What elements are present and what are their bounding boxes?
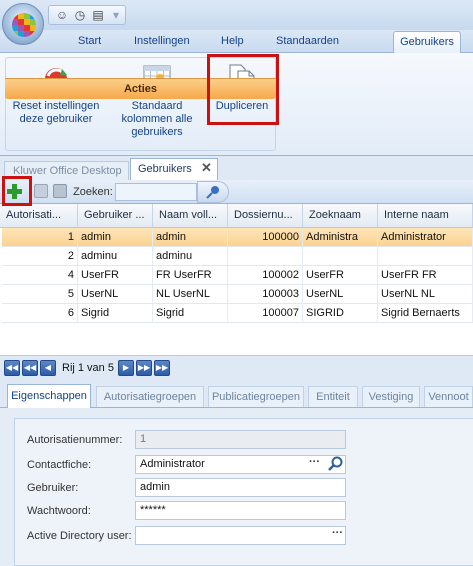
column-header-interne-naam[interactable]: Interne naam	[378, 204, 473, 228]
table-row[interactable]: 6 Sigrid Sigrid 100007 SIGRID Sigrid Ber…	[2, 304, 473, 323]
table-row[interactable]: 1 admin admin 100000 Administra Administ…	[2, 228, 473, 247]
column-header-zoeknaam[interactable]: Zoeknaam	[303, 204, 378, 228]
cell-zoeknaam	[303, 247, 378, 266]
cell-naam: adminu	[153, 247, 228, 266]
column-header-naam[interactable]: Naam voll...	[153, 204, 228, 228]
first-page-icon[interactable]: ◀◀	[4, 360, 20, 376]
cell-dossier: 100000	[228, 228, 303, 247]
server-icon[interactable]: ▤	[91, 8, 105, 22]
quick-access-toolbar: ☺ ◷ ▤ ▾	[48, 5, 126, 25]
cell-dossier	[228, 247, 303, 266]
close-tab-icon[interactable]: ✕	[201, 160, 212, 176]
search-input[interactable]	[115, 183, 197, 201]
cell-gebruiker: adminu	[78, 247, 153, 266]
tab-publicatiegroepen[interactable]: Publicatiegroepen	[208, 386, 304, 407]
cell-naam: FR UserFR	[153, 266, 228, 285]
pin-icon	[206, 186, 219, 199]
standard-columns-label: Standaard kolommen alle gebruikers	[121, 100, 193, 138]
next-block-icon[interactable]: ▶▶	[136, 360, 152, 376]
wachtwoord-field[interactable]: ******	[135, 501, 346, 520]
cell-zoeknaam: UserNL	[303, 285, 378, 304]
highlight-box-add	[2, 176, 32, 206]
cell-gebruiker: UserNL	[78, 285, 153, 304]
users-icon[interactable]: ☺	[55, 8, 69, 22]
column-header-gebruiker[interactable]: Gebruiker ...	[78, 204, 153, 228]
cell-gebruiker: Sigrid	[78, 304, 153, 323]
cell-intern: UserNL NL	[378, 285, 473, 304]
cell-naam: Sigrid	[153, 304, 228, 323]
app-logo-icon	[12, 13, 36, 37]
tab-vennoot[interactable]: Vennoot	[424, 386, 473, 407]
dropdown-arrow-icon[interactable]: ▾	[109, 8, 123, 22]
cell-naam: NL UserNL	[153, 285, 228, 304]
cell-intern: Sigrid Bernaerts	[378, 304, 473, 323]
column-header-autorisatie[interactable]: Autorisati...	[0, 204, 78, 228]
tab-vestiging[interactable]: Vestiging	[362, 386, 420, 407]
table-row[interactable]: 2 adminu adminu	[2, 247, 473, 266]
cell-nr: 6	[2, 304, 78, 323]
contactfiche-search-icon[interactable]	[326, 455, 344, 473]
tab-help[interactable]: Help	[221, 35, 244, 47]
autorisatienummer-field: 1	[135, 430, 346, 449]
tab-entiteit[interactable]: Entiteit	[308, 386, 358, 407]
cell-nr: 1	[2, 228, 78, 247]
active-directory-browse-icon[interactable]: ···	[332, 527, 343, 539]
cell-intern: UserFR FR	[378, 266, 473, 285]
cell-dossier: 100007	[228, 304, 303, 323]
next-page-icon[interactable]: ▶	[118, 360, 134, 376]
last-page-icon[interactable]: ▶▶	[154, 360, 170, 376]
gebruiker-field[interactable]: admin	[135, 478, 346, 497]
cell-nr: 5	[2, 285, 78, 304]
application-menu-button[interactable]	[2, 3, 44, 45]
save-icon[interactable]	[53, 184, 67, 198]
highlight-box-duplicate	[207, 54, 279, 125]
tab-start[interactable]: Start	[78, 35, 101, 47]
autorisatienummer-label: Autorisatienummer:	[27, 434, 123, 446]
table-row[interactable]: 5 UserNL NL UserNL 100003 UserNL UserNL …	[2, 285, 473, 304]
wachtwoord-label: Wachtwoord:	[27, 505, 91, 517]
table-row[interactable]: 4 UserFR FR UserFR 100002 UserFR UserFR …	[2, 266, 473, 285]
contactfiche-label: Contactfiche:	[27, 459, 92, 471]
cell-dossier: 100003	[228, 285, 303, 304]
reset-settings-label: Reset instellingen deze gebruiker	[12, 100, 100, 125]
cell-naam: admin	[153, 228, 228, 247]
prev-page-icon[interactable]: ◀	[40, 360, 56, 376]
tab-instellingen[interactable]: Instellingen	[134, 35, 190, 47]
prev-block-icon[interactable]: ◀◀	[22, 360, 38, 376]
cell-intern	[378, 247, 473, 266]
pager-status: Rij 1 van 5	[62, 362, 114, 374]
cell-zoeknaam: SIGRID	[303, 304, 378, 323]
gebruiker-label: Gebruiker:	[27, 482, 79, 494]
tab-gebruikers[interactable]: Gebruikers	[393, 31, 461, 53]
search-label: Zoeken:	[73, 186, 113, 198]
users-grid: Autorisati... Gebruiker ... Naam voll...…	[0, 204, 473, 356]
cell-nr: 4	[2, 266, 78, 285]
tab-eigenschappen[interactable]: Eigenschappen	[7, 384, 91, 408]
standard-columns-button[interactable]: Standaard kolommen alle gebruikers	[105, 62, 209, 139]
contactfiche-browse-icon[interactable]: ···	[309, 456, 320, 468]
cell-gebruiker: UserFR	[78, 266, 153, 285]
cell-intern: Administrator	[378, 228, 473, 247]
active-directory-label: Active Directory user:	[27, 530, 132, 542]
cell-zoeknaam: Administra	[303, 228, 378, 247]
search-button[interactable]	[197, 181, 229, 203]
cell-dossier: 100002	[228, 266, 303, 285]
tab-standaarden[interactable]: Standaarden	[276, 35, 339, 47]
cell-gebruiker: admin	[78, 228, 153, 247]
edit-icon[interactable]	[34, 184, 48, 198]
cell-nr: 2	[2, 247, 78, 266]
grid-toolbar	[0, 180, 473, 204]
clock-icon[interactable]: ◷	[73, 8, 87, 22]
column-header-dossiernummer[interactable]: Dossiernu...	[228, 204, 303, 228]
tab-autorisatiegroepen[interactable]: Autorisatiegroepen	[96, 386, 204, 407]
cell-zoeknaam: UserFR	[303, 266, 378, 285]
active-directory-field[interactable]	[135, 526, 346, 545]
